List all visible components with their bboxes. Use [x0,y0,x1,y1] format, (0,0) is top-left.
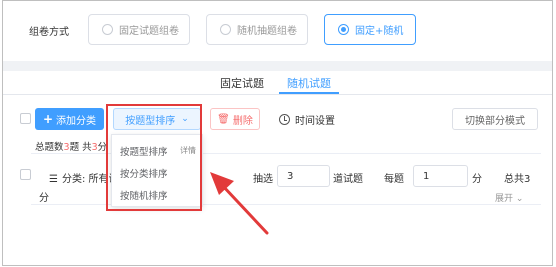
delete-button[interactable]: 🗑 删除 [210,108,260,130]
option-random-questions[interactable]: 随机抽题组卷 [206,14,308,45]
section-divider [3,61,552,71]
radio-icon [102,24,113,35]
tab-bar-line [3,94,552,95]
plus-icon: + [42,112,54,126]
summary-mid: 题 共 [69,142,92,153]
draw-count-input[interactable]: 3 [277,165,330,187]
tab-fixed-questions[interactable]: 固定试题 [220,75,264,91]
score-per-question-input[interactable]: 1 [413,165,468,187]
radio-icon [220,24,231,35]
time-setting-label: 时间设置 [295,116,335,127]
row-total-unit: 分 [39,193,49,204]
draw-label: 抽选 [253,174,273,185]
expand-label: 展开 [495,194,514,204]
annotation-highlight-box [106,104,202,211]
question-summary: 总题数3题 共3分 [35,139,107,153]
add-category-label: 添加分类 [56,115,97,127]
menu-icon: ☰ [49,174,58,185]
switch-mode-button[interactable]: 切换部分模式 [452,108,538,130]
option-fixed-plus-random[interactable]: 固定+随机 [324,14,416,45]
summary-prefix: 总题数 [35,142,64,153]
category-label: ☰分类: 所有试 [49,170,111,185]
delete-label: 删除 [232,115,253,127]
option-fixed-questions-label: 固定试题组卷 [119,26,179,37]
time-setting-link[interactable]: 时间设置 [279,112,335,127]
category-checkbox[interactable] [20,169,31,180]
category-name: 分类: 所有试 [61,174,111,185]
score-unit: 分 [472,174,482,185]
compose-mode-panel: 组卷方式 固定试题组卷 随机抽题组卷 固定+随机 [3,1,552,61]
radio-selected-icon [338,24,349,35]
compose-mode-label: 组卷方式 [29,27,69,38]
option-fixed-plus-random-label: 固定+随机 [355,26,404,37]
chevron-down-icon: ⌄ [515,194,524,204]
select-all-checkbox[interactable] [20,113,31,124]
per-question-label: 每题 [384,174,404,185]
add-category-button[interactable]: + 添加分类 [35,108,104,130]
page-frame: 组卷方式 固定试题组卷 随机抽题组卷 固定+随机 固定试题 随机试题 + 添加分… [2,0,553,266]
option-random-questions-label: 随机抽题组卷 [237,26,297,37]
tab-random-questions[interactable]: 随机试题 [287,75,331,91]
trash-icon: 🗑 [217,113,230,125]
row-total-label: 总共3 [504,174,531,185]
expand-toggle[interactable]: 展开 ⌄ [495,191,523,204]
draw-unit: 道试题 [333,174,363,185]
option-fixed-questions[interactable]: 固定试题组卷 [88,14,190,45]
clock-icon [279,114,290,125]
